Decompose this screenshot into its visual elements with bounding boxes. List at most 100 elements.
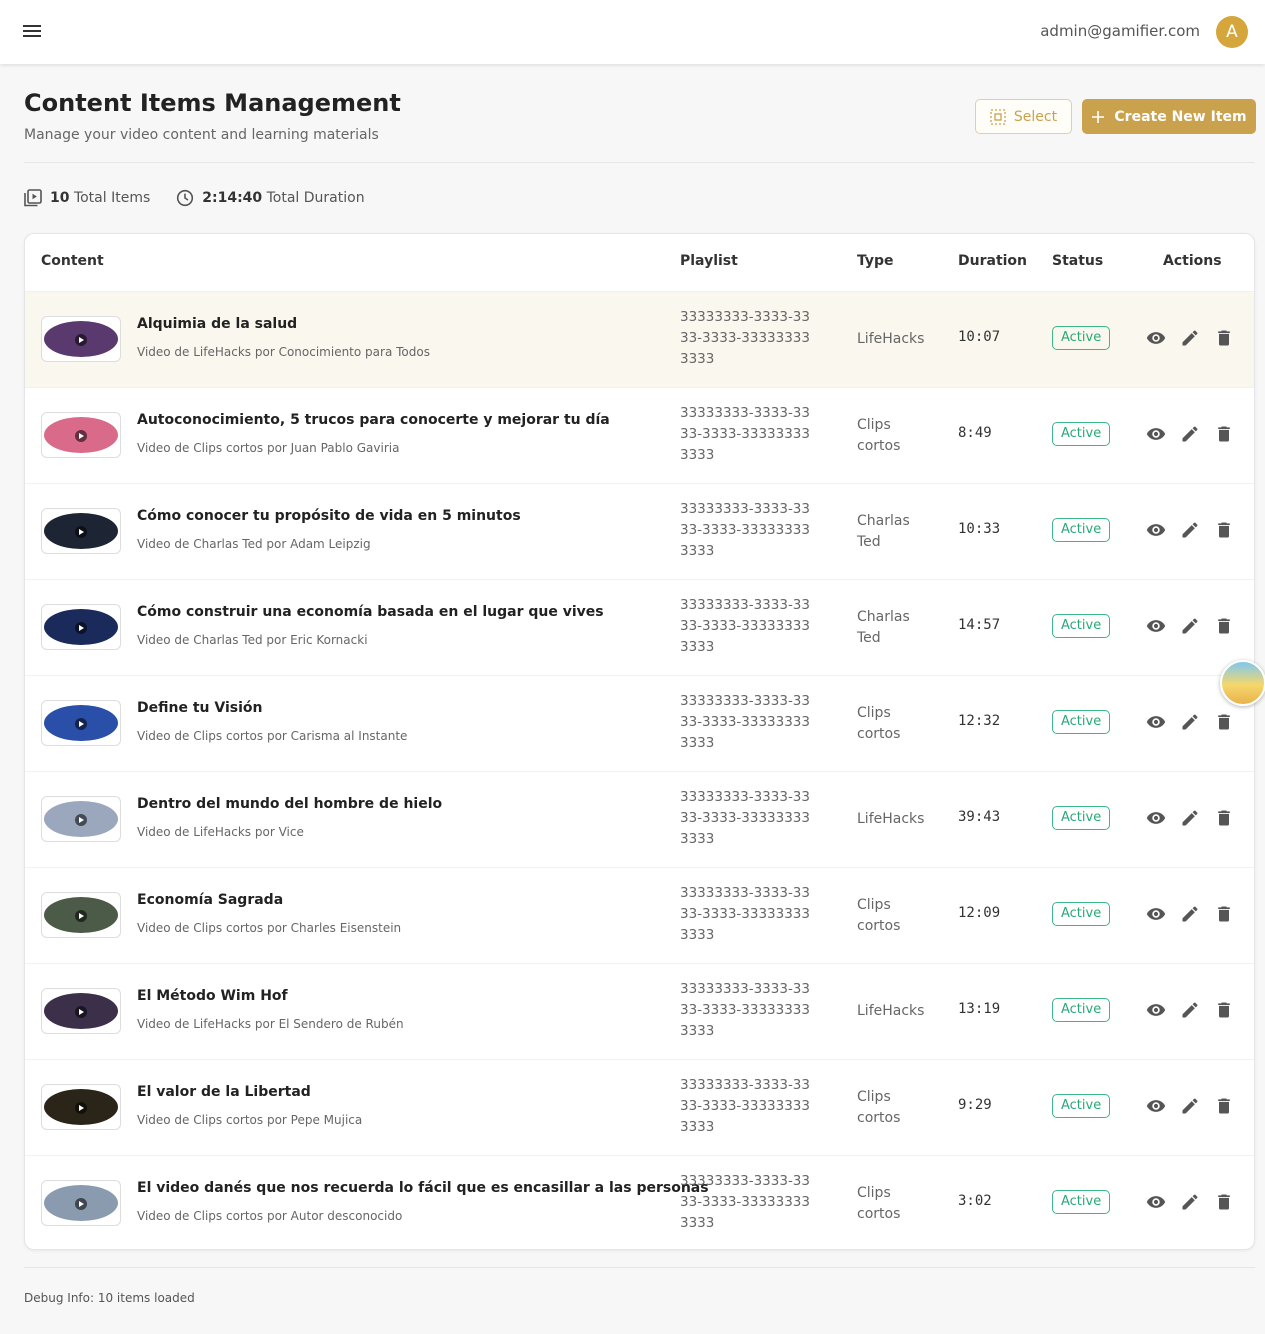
select-label: Select xyxy=(1013,108,1058,125)
video-thumbnail[interactable] xyxy=(41,700,121,746)
delete-icon[interactable] xyxy=(1214,808,1234,828)
status-badge: Active xyxy=(1052,422,1111,446)
play-icon xyxy=(75,814,87,826)
delete-icon[interactable] xyxy=(1214,1096,1234,1116)
video-thumbnail[interactable] xyxy=(41,1084,121,1130)
column-header-content[interactable]: Content xyxy=(41,253,104,269)
item-title[interactable]: El video danés que nos recuerda lo fácil… xyxy=(137,1180,709,1196)
select-icon xyxy=(990,108,1006,125)
status-badge: Active xyxy=(1052,710,1111,734)
edit-icon[interactable] xyxy=(1180,712,1200,732)
item-playlist: 33333333-3333-3333-3333-333333333333 xyxy=(680,1077,810,1135)
view-icon[interactable] xyxy=(1146,712,1166,732)
item-playlist: 33333333-3333-3333-3333-333333333333 xyxy=(680,981,810,1039)
item-playlist: 33333333-3333-3333-3333-333333333333 xyxy=(680,789,810,847)
delete-icon[interactable] xyxy=(1214,328,1234,348)
view-icon[interactable] xyxy=(1146,1096,1166,1116)
play-icon xyxy=(75,1102,87,1114)
item-duration: 8:49 xyxy=(958,425,992,441)
view-icon[interactable] xyxy=(1146,904,1166,924)
top-bar: admin@gamifier.com A xyxy=(0,0,1265,64)
item-subtitle: Video de Clips cortos por Pepe Mujica xyxy=(137,1113,363,1127)
delete-icon[interactable] xyxy=(1214,712,1234,732)
video-thumbnail[interactable] xyxy=(41,1180,121,1226)
video-thumbnail[interactable] xyxy=(41,508,121,554)
delete-icon[interactable] xyxy=(1214,520,1234,540)
item-duration: 39:43 xyxy=(958,809,1001,825)
item-title[interactable]: El valor de la Libertad xyxy=(137,1084,311,1100)
video-thumbnail[interactable] xyxy=(41,988,121,1034)
table-row[interactable]: Alquimia de la salud Video de LifeHacks p… xyxy=(25,291,1254,387)
table-row[interactable]: Autoconocimiento, 5 trucos para conocert… xyxy=(25,387,1254,483)
table-row[interactable]: Define tu Visión Video de Clips cortos po… xyxy=(25,675,1254,771)
view-icon[interactable] xyxy=(1146,328,1166,348)
column-header-actions: Actions xyxy=(1163,253,1222,269)
delete-icon[interactable] xyxy=(1214,904,1234,924)
delete-icon[interactable] xyxy=(1214,424,1234,444)
item-type: Charlas Ted xyxy=(857,513,910,550)
table-row[interactable]: Economía Sagrada Video de Clips cortos po… xyxy=(25,867,1254,963)
edit-icon[interactable] xyxy=(1180,1096,1200,1116)
edit-icon[interactable] xyxy=(1180,616,1200,636)
delete-icon[interactable] xyxy=(1214,1000,1234,1020)
item-playlist: 33333333-3333-3333-3333-333333333333 xyxy=(680,693,810,751)
status-badge: Active xyxy=(1052,326,1111,350)
video-thumbnail[interactable] xyxy=(41,604,121,650)
hamburger-menu-icon[interactable] xyxy=(22,22,42,42)
video-thumbnail[interactable] xyxy=(41,412,121,458)
table-row[interactable]: El Método Wim Hof Video de LifeHacks por … xyxy=(25,963,1254,1059)
item-subtitle: Video de Clips cortos por Carisma al Ins… xyxy=(137,729,408,743)
video-thumbnail[interactable] xyxy=(41,892,121,938)
item-duration: 12:32 xyxy=(958,713,1001,729)
floating-island-icon[interactable] xyxy=(1220,660,1265,706)
edit-icon[interactable] xyxy=(1180,904,1200,924)
item-playlist: 33333333-3333-3333-3333-333333333333 xyxy=(680,501,810,559)
item-title[interactable]: Cómo conocer tu propósito de vida en 5 m… xyxy=(137,508,521,524)
status-badge: Active xyxy=(1052,998,1111,1022)
edit-icon[interactable] xyxy=(1180,328,1200,348)
page-title: Content Items Management xyxy=(24,89,401,117)
table-row[interactable]: Cómo construir una economía basada en el… xyxy=(25,579,1254,675)
table-row[interactable]: Cómo conocer tu propósito de vida en 5 m… xyxy=(25,483,1254,579)
total-items-label: Total Items xyxy=(73,190,151,206)
status-badge: Active xyxy=(1052,614,1111,638)
delete-icon[interactable] xyxy=(1214,1192,1234,1212)
edit-icon[interactable] xyxy=(1180,808,1200,828)
table-row[interactable]: Dentro del mundo del hombre de hielo Vide… xyxy=(25,771,1254,867)
select-button[interactable]: Select xyxy=(975,99,1072,134)
avatar[interactable]: A xyxy=(1216,16,1248,48)
item-subtitle: Video de Charlas Ted por Adam Leipzig xyxy=(137,537,371,551)
table-row[interactable]: El video danés que nos recuerda lo fácil… xyxy=(25,1155,1254,1249)
item-duration: 14:57 xyxy=(958,617,1001,633)
column-header-playlist[interactable]: Playlist xyxy=(680,253,738,269)
delete-icon[interactable] xyxy=(1214,616,1234,636)
item-duration: 3:02 xyxy=(958,1193,992,1209)
edit-icon[interactable] xyxy=(1180,1192,1200,1212)
create-new-item-button[interactable]: Create New Item xyxy=(1082,99,1256,134)
column-header-status[interactable]: Status xyxy=(1052,253,1103,269)
column-header-type[interactable]: Type xyxy=(857,253,894,269)
view-icon[interactable] xyxy=(1146,808,1166,828)
video-thumbnail[interactable] xyxy=(41,796,121,842)
view-icon[interactable] xyxy=(1146,1000,1166,1020)
item-title[interactable]: El Método Wim Hof xyxy=(137,988,288,1004)
column-header-duration[interactable]: Duration xyxy=(958,253,1027,269)
item-title[interactable]: Define tu Visión xyxy=(137,700,262,716)
item-title[interactable]: Alquimia de la salud xyxy=(137,316,297,332)
edit-icon[interactable] xyxy=(1180,424,1200,444)
view-icon[interactable] xyxy=(1146,616,1166,636)
header-divider xyxy=(24,162,1255,163)
debug-info: Debug Info: 10 items loaded xyxy=(24,1291,195,1305)
video-thumbnail[interactable] xyxy=(41,316,121,362)
view-icon[interactable] xyxy=(1146,520,1166,540)
view-icon[interactable] xyxy=(1146,424,1166,444)
status-badge: Active xyxy=(1052,1094,1111,1118)
edit-icon[interactable] xyxy=(1180,520,1200,540)
view-icon[interactable] xyxy=(1146,1192,1166,1212)
edit-icon[interactable] xyxy=(1180,1000,1200,1020)
item-title[interactable]: Economía Sagrada xyxy=(137,892,283,908)
item-title[interactable]: Dentro del mundo del hombre de hielo xyxy=(137,796,442,812)
item-title[interactable]: Cómo construir una economía basada en el… xyxy=(137,604,604,620)
table-row[interactable]: El valor de la Libertad Video de Clips co… xyxy=(25,1059,1254,1155)
item-title[interactable]: Autoconocimiento, 5 trucos para conocert… xyxy=(137,412,610,428)
